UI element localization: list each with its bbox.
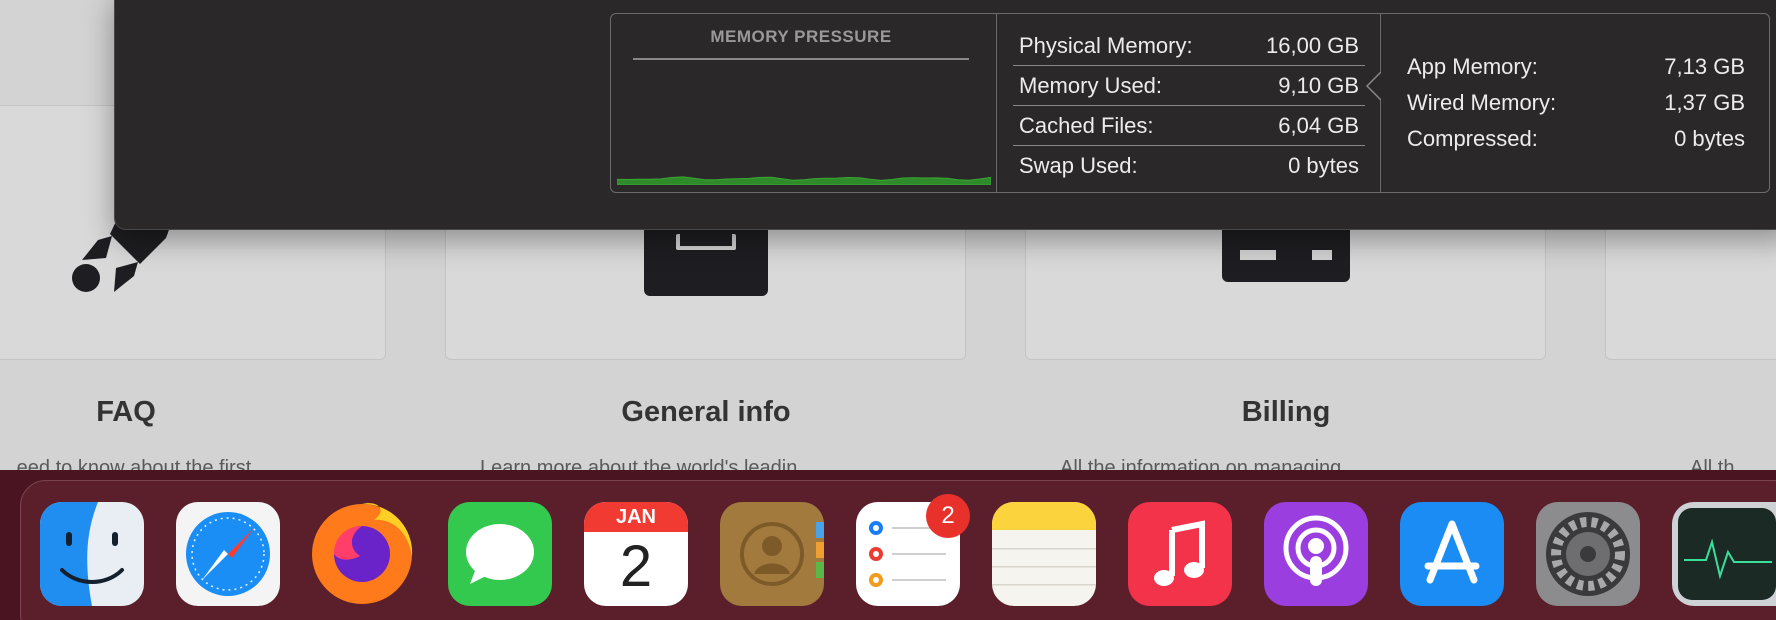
app-memory-value: 7,13 GB: [1664, 54, 1745, 79]
physical-memory-value: 16,00 GB: [1266, 32, 1359, 58]
dock-messages[interactable]: [448, 502, 552, 606]
dock-app-store[interactable]: [1400, 502, 1504, 606]
memory-pressure-panel: MEMORY PRESSURE: [611, 14, 997, 192]
memory-detail-panel: App Memory: 7,13 GB Wired Memory: 1,37 G…: [1381, 14, 1769, 192]
dock-finder[interactable]: [40, 502, 144, 606]
contacts-icon: [720, 502, 824, 606]
wired-memory-label: Wired Memory:: [1407, 90, 1557, 115]
safari-icon: [176, 502, 280, 606]
swap-used-value: 0 bytes: [1288, 153, 1359, 178]
cached-files-row: Cached Files: 6,04 GB: [1013, 106, 1365, 146]
archive-box-icon: [644, 220, 768, 296]
physical-memory-label: Physical Memory:: [1019, 32, 1193, 58]
general-info-title: General info: [621, 396, 791, 428]
compressed-value: 0 bytes: [1674, 126, 1745, 151]
reminders-badge: 2: [926, 494, 970, 538]
memory-pressure-title: MEMORY PRESSURE: [710, 27, 892, 46]
dock-system-preferences[interactable]: [1536, 502, 1640, 606]
physical-memory-row: Physical Memory: 16,00 GB: [1013, 26, 1365, 66]
firefox-icon: [312, 503, 413, 604]
music-icon: [1128, 502, 1232, 606]
credit-card-icon: [1222, 224, 1350, 282]
general-info-description: Learn more about the world's leadin...: [480, 457, 815, 470]
system-preferences-icon: [1536, 502, 1640, 606]
dock-calendar[interactable]: JAN 2: [584, 502, 688, 606]
cached-files-value: 6,04 GB: [1278, 112, 1359, 138]
dock-music[interactable]: [1128, 502, 1232, 606]
billing-title: Billing: [1241, 396, 1331, 428]
activity-monitor-window[interactable]: MEMORY PRESSURE Physical Memory: 16,00 G…: [114, 0, 1776, 230]
swap-used-label: Swap Used:: [1019, 153, 1138, 178]
partial-card-description: All th...: [1690, 457, 1752, 470]
app-store-icon: [1400, 502, 1504, 606]
dock-notes[interactable]: [992, 502, 1096, 606]
wired-memory-row: Wired Memory: 1,37 GB: [1407, 90, 1745, 116]
wired-memory-value: 1,37 GB: [1664, 90, 1745, 115]
detail-pointer-icon: [1365, 72, 1381, 100]
swap-used-row: Swap Used: 0 bytes: [1013, 146, 1365, 186]
compressed-label: Compressed:: [1407, 126, 1538, 151]
memory-used-value: 9,10 GB: [1278, 72, 1359, 98]
messages-icon: [448, 502, 552, 606]
dock-firefox[interactable]: [304, 490, 420, 606]
app-memory-row: App Memory: 7,13 GB: [1407, 54, 1745, 80]
billing-description: All the information on managing...: [1060, 457, 1358, 470]
memory-used-label: Memory Used:: [1019, 72, 1163, 98]
memory-used-row: Memory Used: 9,10 GB: [1013, 66, 1365, 106]
dock-activity-monitor[interactable]: [1672, 502, 1776, 606]
dock-contacts[interactable]: [720, 502, 824, 606]
memory-stats-panel: Physical Memory: 16,00 GB Memory Used: 9…: [997, 14, 1381, 192]
podcasts-icon: [1264, 502, 1368, 606]
activity-monitor-icon: [1672, 502, 1776, 606]
faq-title: FAQ: [96, 396, 156, 428]
memory-summary-panel: MEMORY PRESSURE Physical Memory: 16,00 G…: [610, 13, 1770, 193]
dock-podcasts[interactable]: [1264, 502, 1368, 606]
finder-icon: [40, 502, 144, 606]
calendar-day: 2: [619, 534, 653, 599]
notes-icon: [992, 502, 1096, 606]
memory-pressure-graph: [617, 176, 991, 185]
compressed-row: Compressed: 0 bytes: [1407, 126, 1745, 152]
app-memory-label: App Memory:: [1407, 54, 1538, 79]
calendar-month: JAN: [584, 502, 688, 532]
memory-pressure-divider: [633, 58, 969, 60]
dock-safari[interactable]: [176, 502, 280, 606]
cached-files-label: Cached Files:: [1019, 112, 1154, 138]
faq-description: ...eed to know about the first...: [0, 457, 268, 470]
